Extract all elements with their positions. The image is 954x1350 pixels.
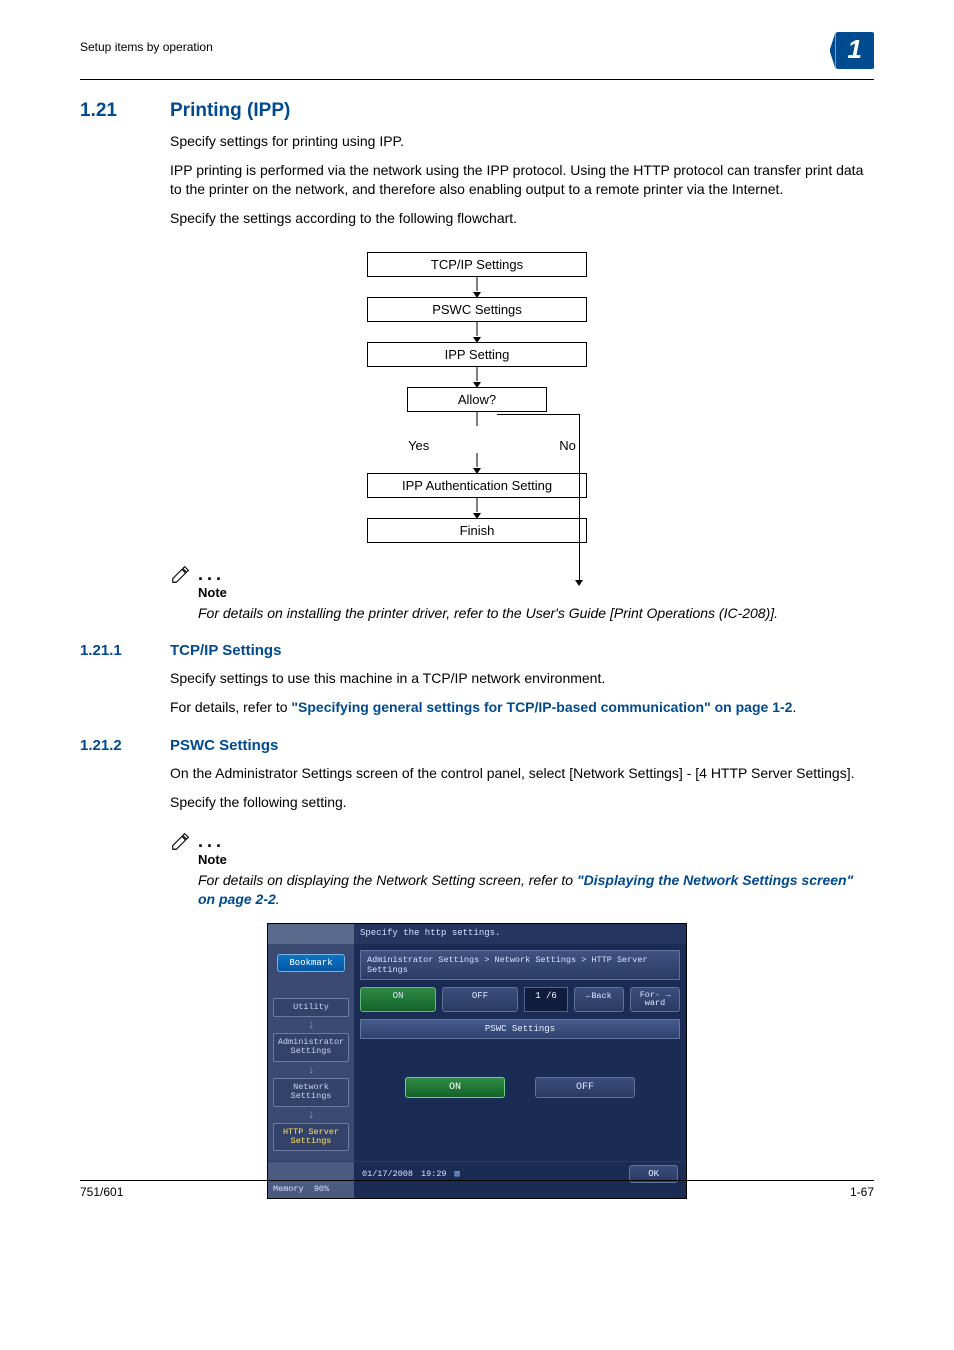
- option-off-button[interactable]: OFF: [535, 1077, 635, 1098]
- footer-right: 1-67: [850, 1185, 874, 1199]
- panel-setting-title: PSWC Settings: [360, 1019, 680, 1039]
- paragraph: On the Administrator Settings screen of …: [170, 764, 874, 783]
- paragraph: Specify settings for printing using IPP.: [170, 132, 874, 151]
- on-tab[interactable]: ON: [360, 987, 436, 1012]
- control-panel-screenshot: Specify the http settings. Bookmark Util…: [267, 923, 687, 1199]
- chevron-down-icon: ↓: [307, 1065, 314, 1075]
- note-dots: ...: [198, 831, 225, 852]
- note-text: For details on installing the printer dr…: [198, 604, 874, 623]
- text-run: For details, refer to: [170, 699, 291, 715]
- chevron-down-icon: ↓: [307, 1110, 314, 1120]
- paragraph: For details, refer to "Specifying genera…: [170, 698, 874, 717]
- paragraph: Specify the following setting.: [170, 793, 874, 812]
- page-header-breadcrumb: Setup items by operation: [80, 40, 213, 54]
- paragraph: IPP printing is performed via the networ…: [170, 161, 874, 199]
- footer-left: 751/601: [80, 1185, 123, 1199]
- flow-tcpip: TCP/IP Settings: [367, 252, 587, 277]
- chevron-down-icon: ↓: [307, 1020, 314, 1030]
- sidebar-item-admin-settings[interactable]: Administrator Settings: [273, 1033, 349, 1062]
- bookmark-button[interactable]: Bookmark: [277, 954, 345, 972]
- panel-top-left: [268, 924, 354, 944]
- sidebar-item-http-server-settings[interactable]: HTTP Server Settings: [273, 1123, 349, 1152]
- flow-pswc: PSWC Settings: [367, 297, 587, 322]
- status-time: 19:29: [421, 1169, 447, 1179]
- section-number: 1.21: [80, 100, 140, 122]
- note-icon: [170, 830, 192, 852]
- back-button[interactable]: ←Back: [574, 987, 624, 1012]
- option-on-button[interactable]: ON: [405, 1077, 505, 1098]
- off-tab[interactable]: OFF: [442, 987, 518, 1012]
- section-title: Printing (IPP): [170, 100, 290, 122]
- note-label: Note: [198, 585, 874, 600]
- paragraph: Specify settings to use this machine in …: [170, 669, 874, 688]
- note-text: For details on displaying the Network Se…: [198, 871, 874, 909]
- page-footer: 751/601 1-67: [80, 1180, 874, 1199]
- flow-ipp: IPP Setting: [367, 342, 587, 367]
- subsection-title: TCP/IP Settings: [170, 642, 281, 659]
- sidebar-item-utility[interactable]: Utility: [273, 998, 349, 1017]
- flow-ipp-auth: IPP Authentication Setting: [367, 473, 587, 498]
- text-run: .: [792, 699, 796, 715]
- flow-no-branch-line: [567, 414, 647, 604]
- status-date: 01/17/2008: [362, 1169, 413, 1179]
- subsection-number: 1.21.1: [80, 642, 140, 659]
- forward-button[interactable]: For- → ward: [630, 987, 680, 1012]
- flow-yes-label: Yes: [408, 438, 429, 453]
- note-label: Note: [198, 852, 874, 867]
- panel-instruction: Specify the http settings.: [354, 924, 686, 944]
- paragraph: Specify the settings according to the fo…: [170, 209, 874, 228]
- subsection-number: 1.21.2: [80, 737, 140, 754]
- panel-main: Administrator Settings > Network Setting…: [354, 944, 686, 1161]
- panel-sidebar: Bookmark Utility ↓ Administrator Setting…: [268, 944, 354, 1161]
- note-dots: ...: [198, 564, 225, 585]
- flow-finish: Finish: [367, 518, 587, 543]
- status-icon: ▧: [455, 1169, 460, 1179]
- breadcrumb: Administrator Settings > Network Setting…: [360, 950, 680, 980]
- subsection-title: PSWC Settings: [170, 737, 278, 754]
- text-run: For details on displaying the Network Se…: [198, 872, 577, 888]
- text-run: .: [276, 891, 280, 907]
- chapter-tab: 1: [836, 32, 874, 69]
- note-icon: [170, 563, 192, 585]
- page-indicator: 1 /6: [524, 987, 568, 1012]
- cross-reference-link[interactable]: "Specifying general settings for TCP/IP-…: [291, 699, 792, 715]
- flowchart: TCP/IP Settings PSWC Settings IPP Settin…: [277, 252, 677, 543]
- flow-allow-decision: Allow?: [407, 387, 547, 412]
- sidebar-item-network-settings[interactable]: Network Settings: [273, 1078, 349, 1107]
